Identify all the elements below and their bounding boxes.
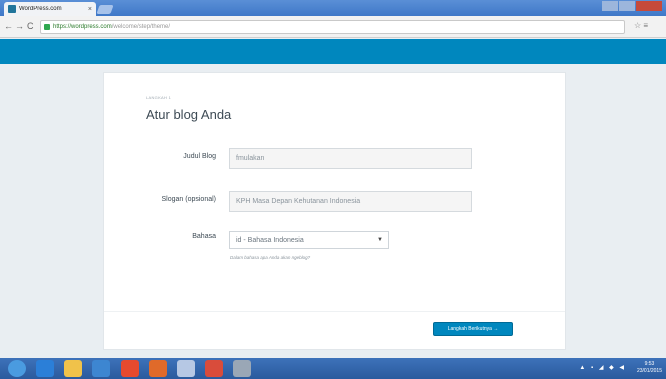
app-icon[interactable] <box>92 360 110 377</box>
forward-icon[interactable]: → <box>15 21 24 31</box>
chrome-icon[interactable] <box>121 360 139 377</box>
chevron-down-icon: ▼ <box>377 237 383 243</box>
tagline-input[interactable]: KPH Masa Depan Kehutanan Indonesia <box>229 191 472 212</box>
powerpoint-icon[interactable] <box>205 360 223 377</box>
bookmark-menu-icons[interactable]: ☆ ≡ <box>634 21 648 30</box>
address-url: https://wordpress.com/welcome/step/theme… <box>53 24 171 30</box>
wordpress-favicon-icon <box>8 5 16 13</box>
file-explorer-icon[interactable] <box>64 360 82 377</box>
browser-tabstrip: WordPress.com × <box>0 0 666 16</box>
app-icon-2[interactable] <box>233 360 251 377</box>
blog-title-input[interactable]: fmulakan <box>229 148 472 169</box>
new-tab-button[interactable] <box>96 5 114 14</box>
address-bar[interactable]: https://wordpress.com/welcome/step/theme… <box>40 20 625 34</box>
next-step-button[interactable]: Langkah Berikutnya → <box>433 322 513 336</box>
firefox-icon[interactable] <box>149 360 167 377</box>
back-icon[interactable]: ← <box>4 21 13 31</box>
tab-close-icon[interactable]: × <box>88 6 92 13</box>
system-tray-icons[interactable]: ▲ ▪ ◢ ◆ ◀ <box>579 364 626 371</box>
language-hint: Dalam bahasa apa Anda akan ngeblog? <box>230 255 311 260</box>
close-window-button[interactable] <box>636 1 662 11</box>
browser-tab[interactable]: WordPress.com × <box>4 2 96 16</box>
lock-icon <box>44 24 50 30</box>
browser-toolbar: ← → C https://wordpress.com/welcome/step… <box>0 16 666 38</box>
window-thumbnail-icon[interactable] <box>177 360 195 377</box>
taskbar-clock[interactable]: 9:53 23/01/2015 <box>637 361 662 375</box>
setup-card: LANGKAH 1 Atur blog Anda Judul Blog fmul… <box>103 72 566 350</box>
tab-title: WordPress.com <box>19 6 62 12</box>
maximize-button[interactable] <box>619 1 635 11</box>
windows-taskbar: ▲ ▪ ◢ ◆ ◀ 9:53 23/01/2015 <box>0 358 666 379</box>
blog-title-label: Judul Blog <box>183 153 216 160</box>
page-title: Atur blog Anda <box>146 107 232 122</box>
internet-explorer-icon[interactable] <box>36 360 54 377</box>
language-label: Bahasa <box>192 233 216 240</box>
language-select-value: id - Bahasa Indonesia <box>236 236 304 244</box>
wordpress-header-bar <box>0 39 666 64</box>
start-icon[interactable] <box>8 360 26 377</box>
tagline-label: Slogan (opsional) <box>161 196 216 203</box>
language-select[interactable]: id - Bahasa Indonesia ▼ <box>229 231 389 249</box>
minimize-button[interactable] <box>602 1 618 11</box>
card-divider <box>104 311 565 312</box>
window-controls <box>602 1 662 11</box>
reload-icon[interactable]: C <box>27 21 34 31</box>
step-label: LANGKAH 1 <box>146 95 172 100</box>
